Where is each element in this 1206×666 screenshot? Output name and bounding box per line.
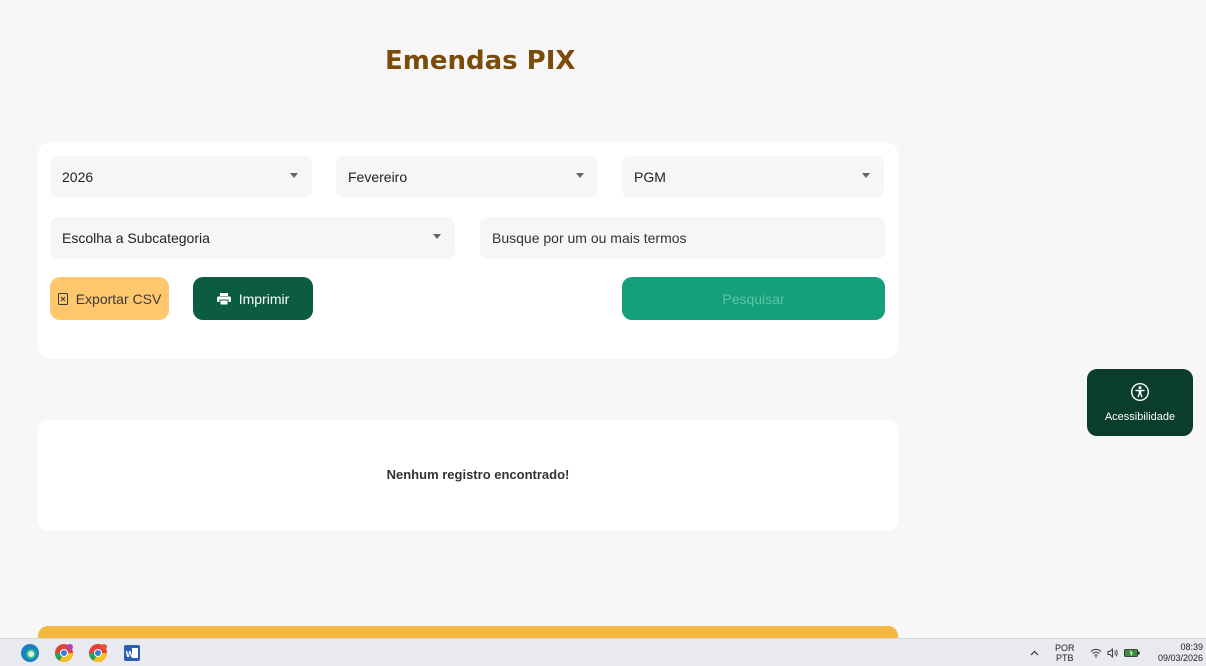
chevron-down-icon <box>576 173 584 178</box>
month-select-value: Fevereiro <box>348 169 408 185</box>
organ-select-value: PGM <box>634 169 666 185</box>
battery-icon[interactable] <box>1124 639 1140 666</box>
accessibility-button[interactable]: Acessibilidade <box>1087 369 1193 436</box>
empty-results-message: Nenhum registro encontrado! <box>386 467 570 482</box>
os-taskbar: W POR PTB 08:39 09/03/2026 <box>0 638 1206 666</box>
print-label: Imprimir <box>238 290 290 307</box>
chrome-icon[interactable] <box>54 643 74 663</box>
chrome-icon[interactable] <box>88 643 108 663</box>
printer-icon <box>216 292 231 305</box>
accessibility-label: Acessibilidade <box>1104 411 1176 423</box>
export-csv-button[interactable]: Exportar CSV <box>50 277 169 320</box>
wifi-icon[interactable] <box>1090 639 1102 666</box>
chevron-down-icon <box>433 234 441 239</box>
results-panel: Nenhum registro encontrado! <box>38 420 898 531</box>
clock-date: 09/03/2026 <box>1157 653 1203 663</box>
month-select[interactable]: Fevereiro <box>336 156 598 198</box>
organ-select[interactable]: PGM <box>622 156 884 198</box>
svg-text:W: W <box>126 650 135 659</box>
footer-band <box>38 626 898 638</box>
language-bottom: PTB <box>1056 653 1074 663</box>
volume-icon[interactable] <box>1107 639 1119 666</box>
edge-icon[interactable] <box>20 643 40 663</box>
chevron-down-icon <box>862 173 870 178</box>
year-select[interactable]: 2026 <box>50 156 312 198</box>
csv-file-icon <box>57 292 68 305</box>
clock-time: 08:39 <box>1180 642 1203 652</box>
filter-panel: 2026 Fevereiro PGM Escolha a Subcategori… <box>38 142 898 359</box>
search-button[interactable]: Pesquisar <box>622 277 885 320</box>
search-input[interactable] <box>480 217 885 259</box>
word-icon[interactable]: W <box>122 643 142 663</box>
accessibility-icon <box>1130 382 1150 405</box>
export-csv-label: Exportar CSV <box>75 290 162 307</box>
subcategory-select-value: Escolha a Subcategoria <box>62 230 210 246</box>
language-top: POR <box>1055 643 1075 653</box>
print-button[interactable]: Imprimir <box>193 277 313 320</box>
chevron-up-icon[interactable] <box>1030 639 1039 666</box>
year-select-value: 2026 <box>62 169 94 185</box>
search-label: Pesquisar <box>722 290 785 307</box>
chevron-down-icon <box>290 173 298 178</box>
page-title: Emendas PIX <box>385 46 576 76</box>
language-indicator[interactable]: POR PTB <box>1055 639 1075 666</box>
system-clock[interactable]: 08:39 09/03/2026 <box>1153 639 1203 666</box>
subcategory-select[interactable]: Escolha a Subcategoria <box>50 217 455 259</box>
